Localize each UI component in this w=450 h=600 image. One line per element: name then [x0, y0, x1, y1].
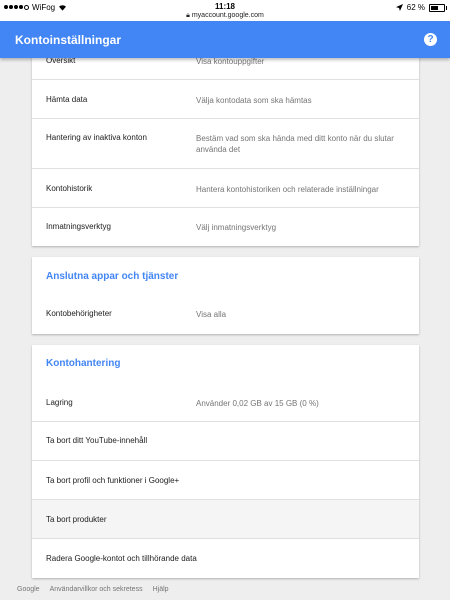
management-row-delete-google-plus[interactable]: Ta bort profil och funktioner i Google+ — [32, 461, 419, 500]
apps-row-permissions[interactable]: Kontobehörigheter Visa alla — [32, 295, 419, 334]
card-header: Kontohantering — [32, 345, 419, 383]
settings-row-inactive-accounts[interactable]: Hantering av inaktiva konton Bestäm vad … — [32, 119, 419, 169]
row-label: Kontobehörigheter — [46, 309, 112, 318]
row-label: Kontohistorik — [46, 184, 93, 193]
status-right: 62 % — [395, 3, 447, 12]
row-label: Hämta data — [46, 95, 88, 104]
settings-row-account-history[interactable]: Kontohistorik Hantera kontohistoriken oc… — [32, 169, 419, 208]
help-icon[interactable]: ? — [424, 33, 437, 46]
management-row-storage[interactable]: Lagring Använder 0,02 GB av 15 GB (0 %) — [32, 383, 419, 422]
lock-icon: 🔒︎ — [186, 12, 190, 19]
footer-link-google[interactable]: Google — [17, 586, 40, 593]
account-settings-card: Översikt Visa kontouppgifter Hämta data … — [32, 40, 419, 246]
row-label: Hantering av inaktiva konton — [46, 133, 147, 142]
row-label: Ta bort produkter — [46, 515, 107, 524]
status-bar: WiFog 11:18 🔒︎ myaccount.google.com 62 % — [0, 0, 450, 21]
card-header: Anslutna appar och tjänster — [32, 257, 419, 295]
management-row-delete-youtube[interactable]: Ta bort ditt YouTube-innehåll — [32, 422, 419, 461]
footer-link-terms-privacy[interactable]: Användarvillkor och sekretess — [50, 586, 143, 593]
settings-row-input-tools[interactable]: Inmatningsverktyg Välj inmatningsverktyg — [32, 208, 419, 246]
row-value: Bestäm vad som ska hända med ditt konto … — [196, 134, 394, 154]
connected-apps-card: Anslutna appar och tjänster Kontobehörig… — [32, 257, 419, 334]
footer-link-help[interactable]: Hjälp — [153, 586, 169, 593]
row-value: Visa alla — [196, 310, 227, 319]
battery-level-fill — [431, 5, 439, 10]
footer: Google Användarvillkor och sekretess Hjä… — [17, 586, 169, 593]
battery-percent: 62 % — [406, 3, 425, 12]
url-display[interactable]: 🔒︎ myaccount.google.com — [0, 12, 450, 20]
row-label: Ta bort profil och funktioner i Google+ — [46, 476, 180, 485]
account-management-card: Kontohantering Lagring Använder 0,02 GB … — [32, 345, 419, 578]
location-arrow-icon — [395, 4, 403, 11]
management-row-delete-products[interactable]: Ta bort produkter — [32, 500, 419, 539]
row-label: Radera Google-kontot och tillhörande dat… — [46, 554, 197, 563]
card-title: Kontohantering — [46, 358, 121, 369]
page-title: Kontoinställningar — [15, 33, 121, 47]
app-header: Kontoinställningar ? — [0, 21, 450, 58]
clock: 11:18 — [214, 2, 236, 11]
url-text: myaccount.google.com — [191, 12, 264, 19]
row-label: Inmatningsverktyg — [46, 222, 111, 231]
row-label: Lagring — [46, 398, 73, 407]
row-value: Hantera kontohistoriken och relaterade i… — [196, 185, 379, 194]
row-label: Ta bort ditt YouTube-innehåll — [46, 436, 148, 445]
row-value: Välj inmatningsverktyg — [196, 223, 277, 232]
management-row-delete-account[interactable]: Radera Google-kontot och tillhörande dat… — [32, 539, 419, 578]
battery-icon — [429, 3, 447, 12]
row-value: Använder 0,02 GB av 15 GB (0 %) — [196, 399, 319, 408]
status-center: 11:18 🔒︎ myaccount.google.com — [0, 2, 450, 20]
card-title: Anslutna appar och tjänster — [46, 271, 179, 282]
row-value: Välja kontodata som ska hämtas — [196, 96, 312, 105]
settings-row-download-data[interactable]: Hämta data Välja kontodata som ska hämta… — [32, 80, 419, 119]
